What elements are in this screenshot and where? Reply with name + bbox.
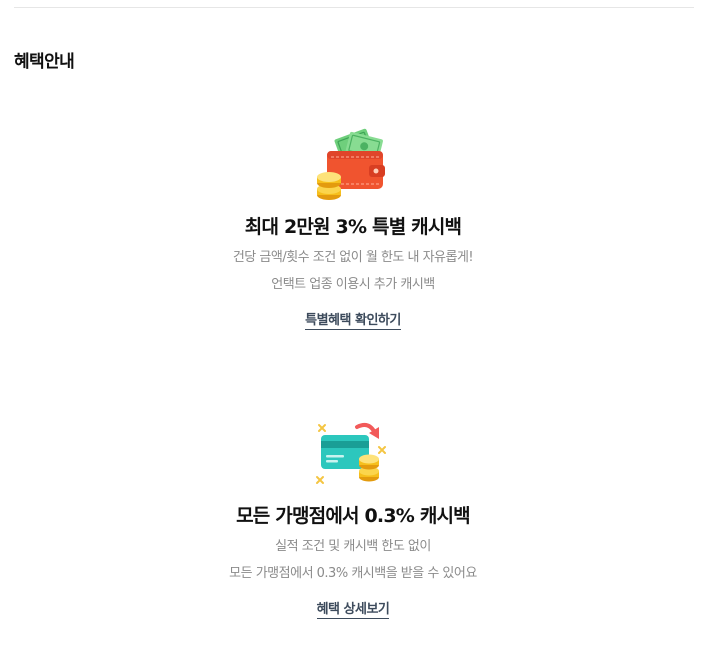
card-coins-icon: [316, 423, 386, 484]
benefit-special-cashback: 최대 2만원 3% 특별 캐시백 건당 금액/횟수 조건 없이 월 한도 내 자…: [0, 123, 706, 330]
benefit-desc-line1: 건당 금액/횟수 조건 없이 월 한도 내 자유롭게!: [232, 250, 474, 265]
benefit-desc-line2: 언택트 업종 이용시 추가 캐시백: [271, 277, 435, 292]
wallet-coins-icon: [317, 128, 385, 200]
benefit-headline: 최대 2만원 3% 특별 캐시백: [244, 216, 462, 238]
benefit-all-merchants-cashback: 모든 가맹점에서 0.3% 캐시백 실적 조건 및 캐시백 한도 없이 모든 가…: [0, 419, 706, 619]
benefit-headline: 모든 가맹점에서 0.3% 캐시백: [236, 505, 471, 527]
benefit-details-link[interactable]: 혜택 상세보기: [316, 598, 390, 619]
benefit-desc-line2: 모든 가맹점에서 0.3% 캐시백을 받을 수 있어요: [229, 566, 477, 581]
section-title: 혜택안내: [14, 52, 75, 72]
special-benefit-link[interactable]: 특별혜택 확인하기: [305, 309, 401, 330]
top-divider: [14, 7, 694, 8]
benefit-desc-line1: 실적 조건 및 캐시백 한도 없이: [275, 539, 431, 554]
